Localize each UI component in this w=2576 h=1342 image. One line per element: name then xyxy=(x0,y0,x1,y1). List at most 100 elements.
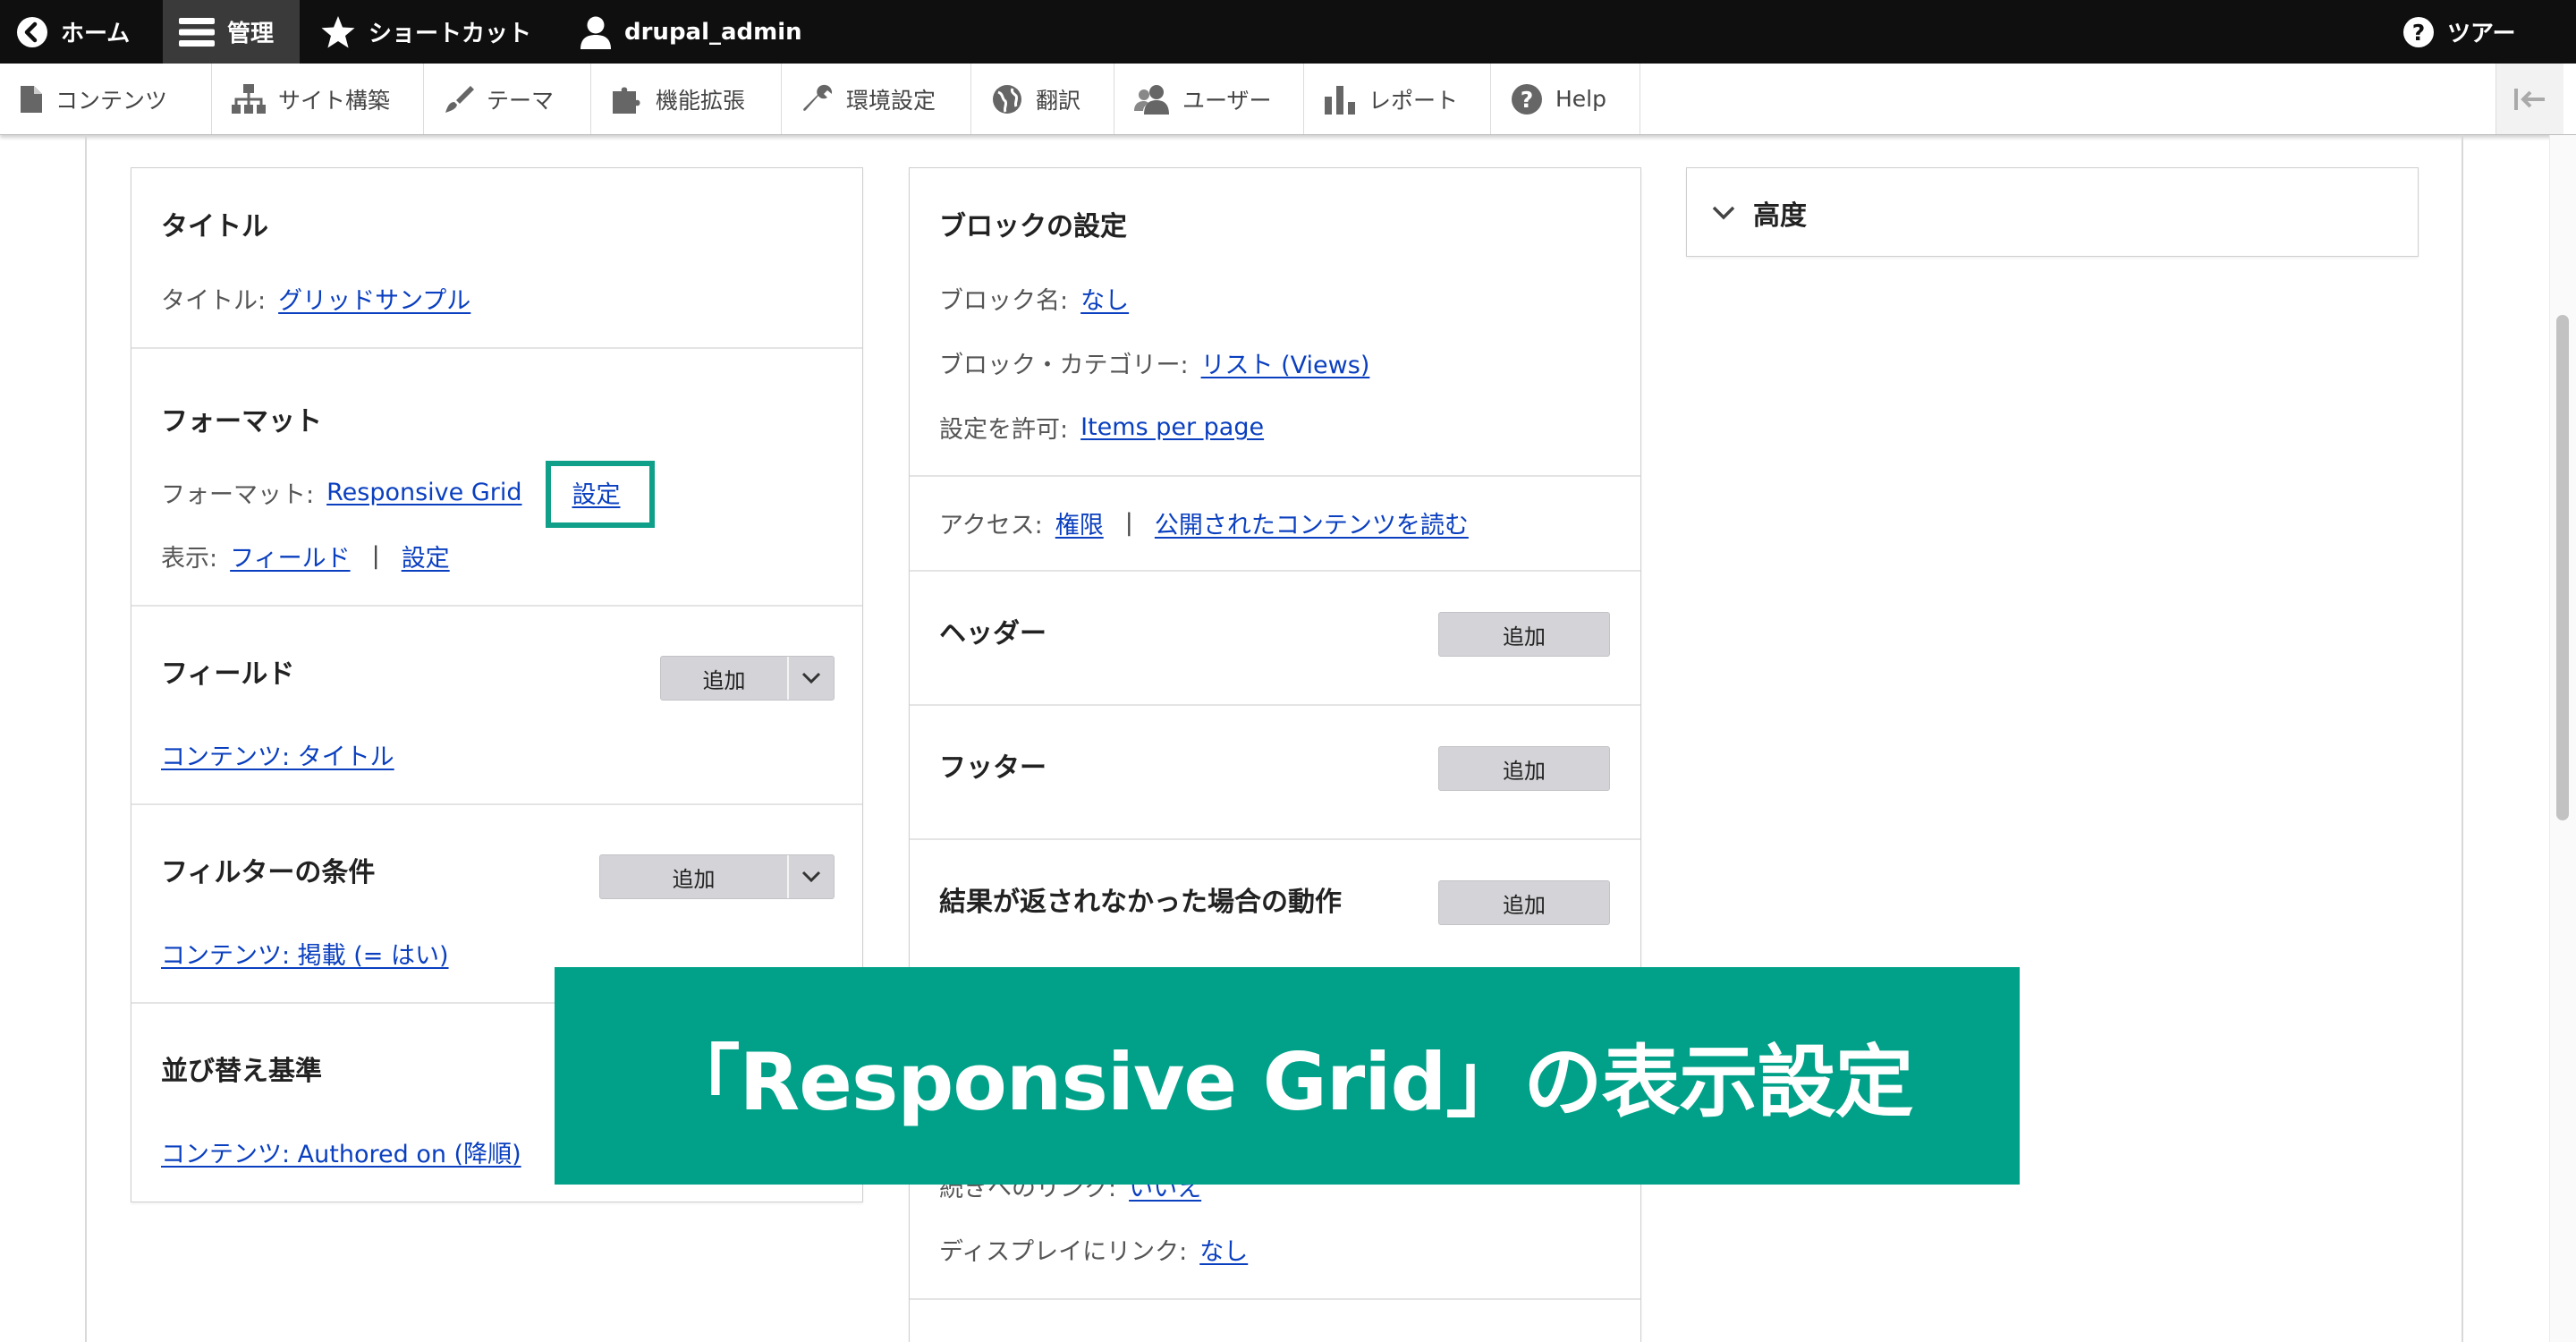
dropdown-toggle[interactable] xyxy=(787,657,834,700)
no-results-add-button[interactable]: 追加 xyxy=(1438,880,1610,925)
tray-item-structure[interactable]: サイト構築 xyxy=(212,64,424,134)
tray-item-label: サイト構築 xyxy=(278,87,391,114)
caption-banner: 「Responsive Grid」の表示設定 xyxy=(555,967,2020,1185)
add-label: 追加 xyxy=(1503,758,1546,784)
star-icon xyxy=(321,15,355,47)
title-section: タイトル タイトル: グリッドサンプル xyxy=(131,168,862,349)
sort-row: コンテンツ: Authored on (降順) xyxy=(161,1134,521,1169)
block-category-row: ブロック・カテゴリー: リスト (Views) xyxy=(939,345,1369,380)
tour-label: ツアー xyxy=(2447,21,2516,47)
block-settings-heading: ブロックの設定 xyxy=(939,211,1127,242)
access-row: アクセス: 権限 | 公開されたコンテンツを読む xyxy=(939,505,1469,540)
chevron-down-icon xyxy=(1712,206,1735,220)
tray-item-label: 環境設定 xyxy=(846,87,936,114)
advanced-panel[interactable]: 高度 xyxy=(1686,167,2419,257)
sort-item-link[interactable]: コンテンツ: Authored on (降順) xyxy=(161,1134,521,1169)
admin-toolbar: ホーム 管理 ショートカット drupal_admin ? ツアー xyxy=(0,0,2576,64)
user-link[interactable]: drupal_admin xyxy=(580,0,802,64)
access-key: アクセス: xyxy=(939,512,1043,539)
advanced-label: 高度 xyxy=(1753,200,1807,232)
allow-settings-key: 設定を許可: xyxy=(939,416,1069,444)
header-section: ヘッダー 追加 xyxy=(910,572,1640,706)
separator: | xyxy=(371,542,380,570)
block-name-row: ブロック名: なし xyxy=(939,281,1129,316)
tray-orientation-toggle[interactable] xyxy=(2496,64,2563,134)
format-value-link[interactable]: Responsive Grid xyxy=(326,479,521,506)
access-section: アクセス: 権限 | 公開されたコンテンツを読む xyxy=(910,477,1640,572)
manage-tab[interactable]: 管理 xyxy=(163,0,300,64)
allow-settings-row: 設定を許可: Items per page xyxy=(939,410,1264,445)
access-permission-value-link[interactable]: 公開されたコンテンツを読む xyxy=(1155,505,1469,540)
filters-heading: フィルターの条件 xyxy=(161,857,376,888)
separator: | xyxy=(1124,509,1133,537)
shortcuts-link[interactable]: ショートカット xyxy=(320,0,531,64)
display-link-row: ディスプレイにリンク: なし xyxy=(939,1232,1248,1267)
help-icon: ? xyxy=(1512,83,1542,115)
paintbrush-icon xyxy=(445,85,474,113)
block-name-key: ブロック名: xyxy=(939,287,1069,315)
caption-text: 「Responsive Grid」の表示設定 xyxy=(661,1036,1914,1128)
globe-icon xyxy=(993,84,1021,114)
no-results-heading: 結果が返されなかった場合の動作 xyxy=(939,887,1342,918)
show-settings-link[interactable]: 設定 xyxy=(402,539,450,573)
fields-section: フィールド 追加 コンテンツ: タイトル xyxy=(131,607,862,805)
section-divider xyxy=(910,1298,1640,1300)
scrollbar-thumb[interactable] xyxy=(2556,315,2569,820)
display-link-key: ディスプレイにリンク: xyxy=(939,1238,1188,1266)
sitemap-icon xyxy=(232,83,266,114)
home-label: ホーム xyxy=(61,21,131,47)
tray-item-label: Help xyxy=(1555,86,1606,112)
chevron-down-icon xyxy=(801,871,821,883)
tray-item-help[interactable]: ? Help xyxy=(1491,64,1640,134)
add-label: 追加 xyxy=(1503,892,1546,918)
display-link-value[interactable]: なし xyxy=(1199,1232,1248,1267)
tray-item-config[interactable]: 環境設定 xyxy=(782,64,971,134)
block-category-key: ブロック・カテゴリー: xyxy=(939,352,1189,379)
add-label: 追加 xyxy=(1503,624,1546,650)
fields-heading: フィールド xyxy=(161,658,295,690)
field-item-link[interactable]: コンテンツ: タイトル xyxy=(161,737,394,772)
add-label: 追加 xyxy=(672,866,716,892)
tray-item-label: コンテンツ xyxy=(55,87,168,114)
sort-heading: 並び替え基準 xyxy=(161,1056,322,1087)
tray-item-content[interactable]: コンテンツ xyxy=(0,64,212,134)
tray-item-people[interactable]: ユーザー xyxy=(1114,64,1304,134)
svg-text:?: ? xyxy=(2412,20,2426,46)
chevron-down-icon xyxy=(801,672,821,684)
tray-item-reports[interactable]: レポート xyxy=(1304,64,1491,134)
bar-chart-icon xyxy=(1325,85,1355,115)
hamburger-menu-icon xyxy=(179,17,215,47)
filters-row: コンテンツ: 掲載 (= はい) xyxy=(161,936,449,971)
title-value-link[interactable]: グリッドサンプル xyxy=(278,281,470,316)
header-add-button[interactable]: 追加 xyxy=(1438,612,1610,657)
file-icon xyxy=(21,85,42,113)
shortcuts-label: ショートカット xyxy=(369,21,532,47)
user-icon xyxy=(580,16,611,49)
block-settings-section: ブロックの設定 ブロック名: なし ブロック・カテゴリー: リスト (Views… xyxy=(910,168,1640,477)
title-row: タイトル: グリッドサンプル xyxy=(161,281,470,316)
show-row: 表示: フィールド | 設定 xyxy=(161,539,450,573)
block-name-link[interactable]: なし xyxy=(1080,281,1129,316)
svg-text:?: ? xyxy=(1521,87,1534,113)
people-icon xyxy=(1134,84,1169,115)
footer-add-button[interactable]: 追加 xyxy=(1438,746,1610,791)
block-category-link[interactable]: リスト (Views) xyxy=(1201,345,1370,380)
allow-settings-link[interactable]: Items per page xyxy=(1080,413,1264,441)
filters-add-button[interactable]: 追加 xyxy=(599,854,835,899)
fields-add-button[interactable]: 追加 xyxy=(660,656,835,701)
access-permission-link[interactable]: 権限 xyxy=(1055,505,1104,540)
user-label: drupal_admin xyxy=(624,18,802,46)
format-section: フォーマット フォーマット: Responsive Grid 設定 表示: フィ… xyxy=(131,349,862,607)
tour-button[interactable]: ? ツアー xyxy=(2402,0,2515,64)
tray-item-extend[interactable]: 機能拡張 xyxy=(591,64,782,134)
filter-item-link[interactable]: コンテンツ: 掲載 (= はい) xyxy=(161,936,449,971)
advanced-toggle[interactable]: 高度 xyxy=(1712,193,1807,233)
show-value-link[interactable]: フィールド xyxy=(230,539,350,573)
dropdown-toggle[interactable] xyxy=(787,855,834,898)
page-border-right xyxy=(2462,135,2463,1342)
tray-item-label: 翻訳 xyxy=(1036,87,1081,114)
title-key: タイトル: xyxy=(161,287,267,315)
tray-item-appearance[interactable]: テーマ xyxy=(424,64,591,134)
tray-item-translate[interactable]: 翻訳 xyxy=(971,64,1114,134)
home-link[interactable]: ホーム xyxy=(16,0,130,64)
